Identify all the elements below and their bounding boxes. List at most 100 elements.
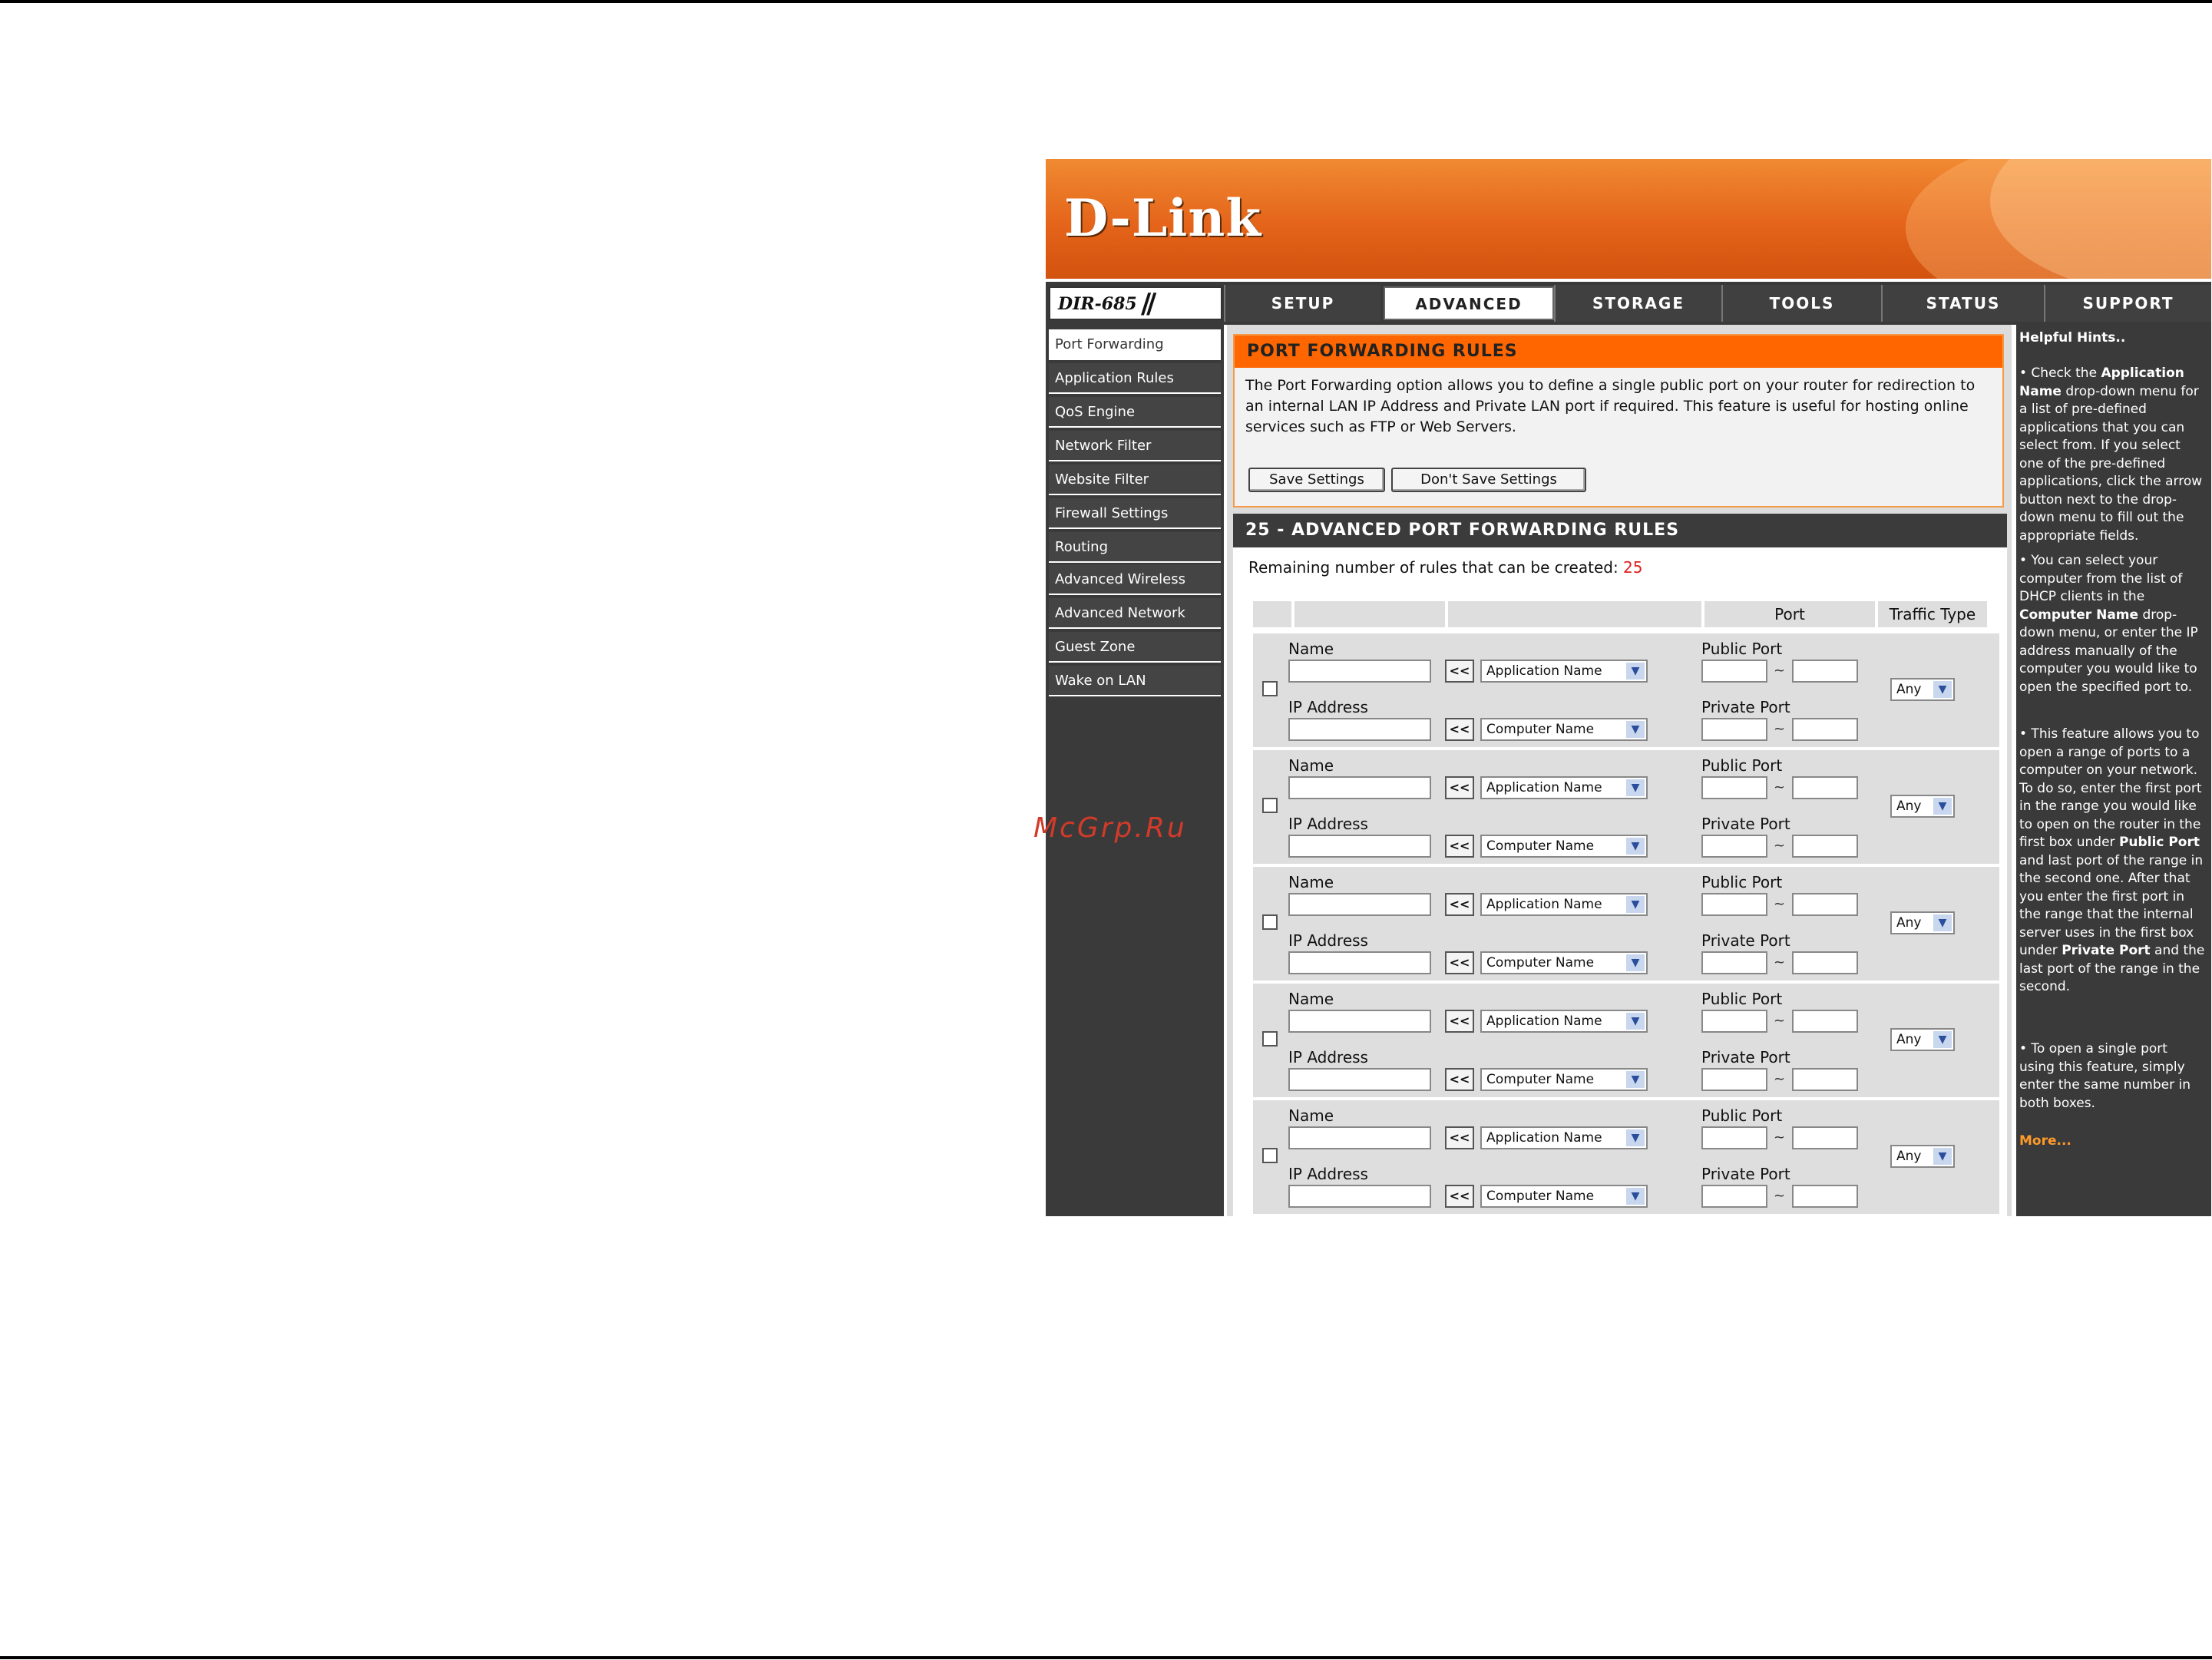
copy-computer-button[interactable]: << (1445, 1068, 1474, 1091)
private-port-start-input[interactable] (1701, 1068, 1767, 1091)
ip-input[interactable] (1288, 835, 1431, 858)
rule-enable-checkbox[interactable] (1262, 681, 1278, 696)
sidebar-item-advanced-wireless[interactable]: Advanced Wireless (1049, 564, 1221, 595)
public-port-end-input[interactable] (1792, 776, 1858, 799)
rule-enable-checkbox[interactable] (1262, 914, 1278, 930)
ip-input[interactable] (1288, 718, 1431, 741)
sidebar-item-network-filter[interactable]: Network Filter (1049, 431, 1221, 461)
public-port-end-input[interactable] (1792, 893, 1858, 916)
hint-4: • To open a single port using this featu… (2019, 1041, 2191, 1111)
rule-enable-checkbox[interactable] (1262, 798, 1278, 813)
sidebar-item-routing[interactable]: Routing (1049, 532, 1221, 563)
private-port-end-input[interactable] (1792, 1185, 1858, 1208)
private-port-end-input[interactable] (1792, 718, 1858, 741)
dont-save-settings-button[interactable]: Don't Save Settings (1391, 468, 1586, 492)
public-port-end-input[interactable] (1792, 660, 1858, 683)
sidebar-item-application-rules[interactable]: Application Rules (1049, 363, 1221, 394)
router-admin-screenshot: D-Link DIR-685 // SETUP ADVANCED STORAGE… (1046, 159, 2211, 1216)
private-port-label: Private Port (1701, 931, 1790, 950)
copy-computer-button[interactable]: << (1445, 951, 1474, 974)
ip-input[interactable] (1288, 1185, 1431, 1208)
computer-name-select[interactable]: Computer Name ▼ (1480, 1185, 1648, 1208)
traffic-type-select[interactable]: Any ▼ (1890, 678, 1955, 701)
private-port-start-input[interactable] (1701, 718, 1767, 741)
traffic-type-select[interactable]: Any ▼ (1890, 795, 1955, 818)
rule-enable-checkbox[interactable] (1262, 1148, 1278, 1163)
chevron-down-icon: ▼ (1626, 1188, 1645, 1205)
copy-computer-button[interactable]: << (1445, 1185, 1474, 1208)
name-input[interactable] (1288, 660, 1431, 683)
ip-input[interactable] (1288, 1068, 1431, 1091)
private-port-start-input[interactable] (1701, 951, 1767, 974)
traffic-type-select[interactable]: Any ▼ (1890, 911, 1955, 934)
public-port-label: Public Port (1701, 1106, 1783, 1125)
sidebar-item-firewall-settings[interactable]: Firewall Settings (1049, 498, 1221, 529)
application-name-select[interactable]: Application Name ▼ (1480, 1126, 1648, 1149)
copy-computer-button[interactable]: << (1445, 718, 1474, 741)
public-port-start-input[interactable] (1701, 1010, 1767, 1033)
copy-app-button[interactable]: << (1445, 660, 1474, 683)
save-settings-button[interactable]: Save Settings (1248, 468, 1385, 492)
remaining-rules-text: Remaining number of rules that can be cr… (1248, 558, 1643, 577)
copy-app-button[interactable]: << (1445, 1126, 1474, 1149)
helpful-hints: Helpful Hints.. • Check the Application … (2016, 325, 2211, 1216)
computer-name-select[interactable]: Computer Name ▼ (1480, 718, 1648, 741)
public-port-start-input[interactable] (1701, 660, 1767, 683)
sidebar-item-website-filter[interactable]: Website Filter (1049, 465, 1221, 495)
sidebar-item-port-forwarding[interactable]: Port Forwarding (1049, 329, 1221, 360)
sidebar-item-qos-engine[interactable]: QoS Engine (1049, 397, 1221, 428)
name-input[interactable] (1288, 1010, 1431, 1033)
name-input[interactable] (1288, 776, 1431, 799)
application-name-select[interactable]: Application Name ▼ (1480, 1010, 1648, 1033)
application-name-select[interactable]: Application Name ▼ (1480, 776, 1648, 799)
range-separator: ~ (1774, 838, 1786, 854)
ip-input[interactable] (1288, 951, 1431, 974)
port-forwarding-intro: PORT FORWARDING RULES The Port Forwardin… (1233, 334, 2004, 508)
copy-app-button[interactable]: << (1445, 776, 1474, 799)
computer-name-select[interactable]: Computer Name ▼ (1480, 951, 1648, 974)
name-input[interactable] (1288, 1126, 1431, 1149)
copy-app-button[interactable]: << (1445, 1010, 1474, 1033)
sidebar-item-guest-zone[interactable]: Guest Zone (1049, 632, 1221, 663)
tab-advanced[interactable]: ADVANCED (1384, 286, 1554, 320)
chevron-down-icon: ▼ (1626, 721, 1645, 738)
chevron-down-icon: ▼ (1933, 1031, 1952, 1048)
hint-1: • Check the Application Name drop-down m… (2019, 365, 2203, 544)
public-port-start-input[interactable] (1701, 776, 1767, 799)
private-port-start-input[interactable] (1701, 1185, 1767, 1208)
name-label: Name (1288, 873, 1334, 891)
public-port-start-input[interactable] (1701, 893, 1767, 916)
tab-setup[interactable]: SETUP (1224, 285, 1380, 322)
public-port-end-input[interactable] (1792, 1010, 1858, 1033)
traffic-type-select[interactable]: Any ▼ (1890, 1145, 1955, 1168)
tab-status[interactable]: STATUS (1881, 285, 2044, 322)
rules-title: 25 - ADVANCED PORT FORWARDING RULES (1233, 514, 2007, 547)
copy-computer-button[interactable]: << (1445, 835, 1474, 858)
private-port-start-input[interactable] (1701, 835, 1767, 858)
public-port-start-input[interactable] (1701, 1126, 1767, 1149)
tab-tools[interactable]: TOOLS (1721, 285, 1881, 322)
private-port-end-input[interactable] (1792, 835, 1858, 858)
watermark: McGrp.Ru (1033, 812, 1187, 844)
sidebar-item-advanced-network[interactable]: Advanced Network (1049, 598, 1221, 629)
public-port-end-input[interactable] (1792, 1126, 1858, 1149)
range-separator: ~ (1774, 896, 1786, 912)
application-name-select[interactable]: Application Name ▼ (1480, 660, 1648, 683)
tab-storage[interactable]: STORAGE (1554, 285, 1721, 322)
hint-2: • You can select your computer from the … (2019, 553, 2198, 695)
sidebar-item-wake-on-lan[interactable]: Wake on LAN (1049, 666, 1221, 696)
application-name-select[interactable]: Application Name ▼ (1480, 893, 1648, 916)
range-separator: ~ (1774, 779, 1786, 795)
traffic-type-select[interactable]: Any ▼ (1890, 1028, 1955, 1051)
name-input[interactable] (1288, 893, 1431, 916)
private-port-end-input[interactable] (1792, 1068, 1858, 1091)
rule-enable-checkbox[interactable] (1262, 1031, 1278, 1047)
private-port-end-input[interactable] (1792, 951, 1858, 974)
copy-app-button[interactable]: << (1445, 893, 1474, 916)
computer-name-select[interactable]: Computer Name ▼ (1480, 835, 1648, 858)
more-link[interactable]: More... (2019, 1133, 2071, 1151)
range-separator: ~ (1774, 1129, 1786, 1146)
computer-name-select[interactable]: Computer Name ▼ (1480, 1068, 1648, 1091)
public-port-label: Public Port (1701, 990, 1783, 1008)
tab-support[interactable]: SUPPORT (2044, 285, 2211, 322)
